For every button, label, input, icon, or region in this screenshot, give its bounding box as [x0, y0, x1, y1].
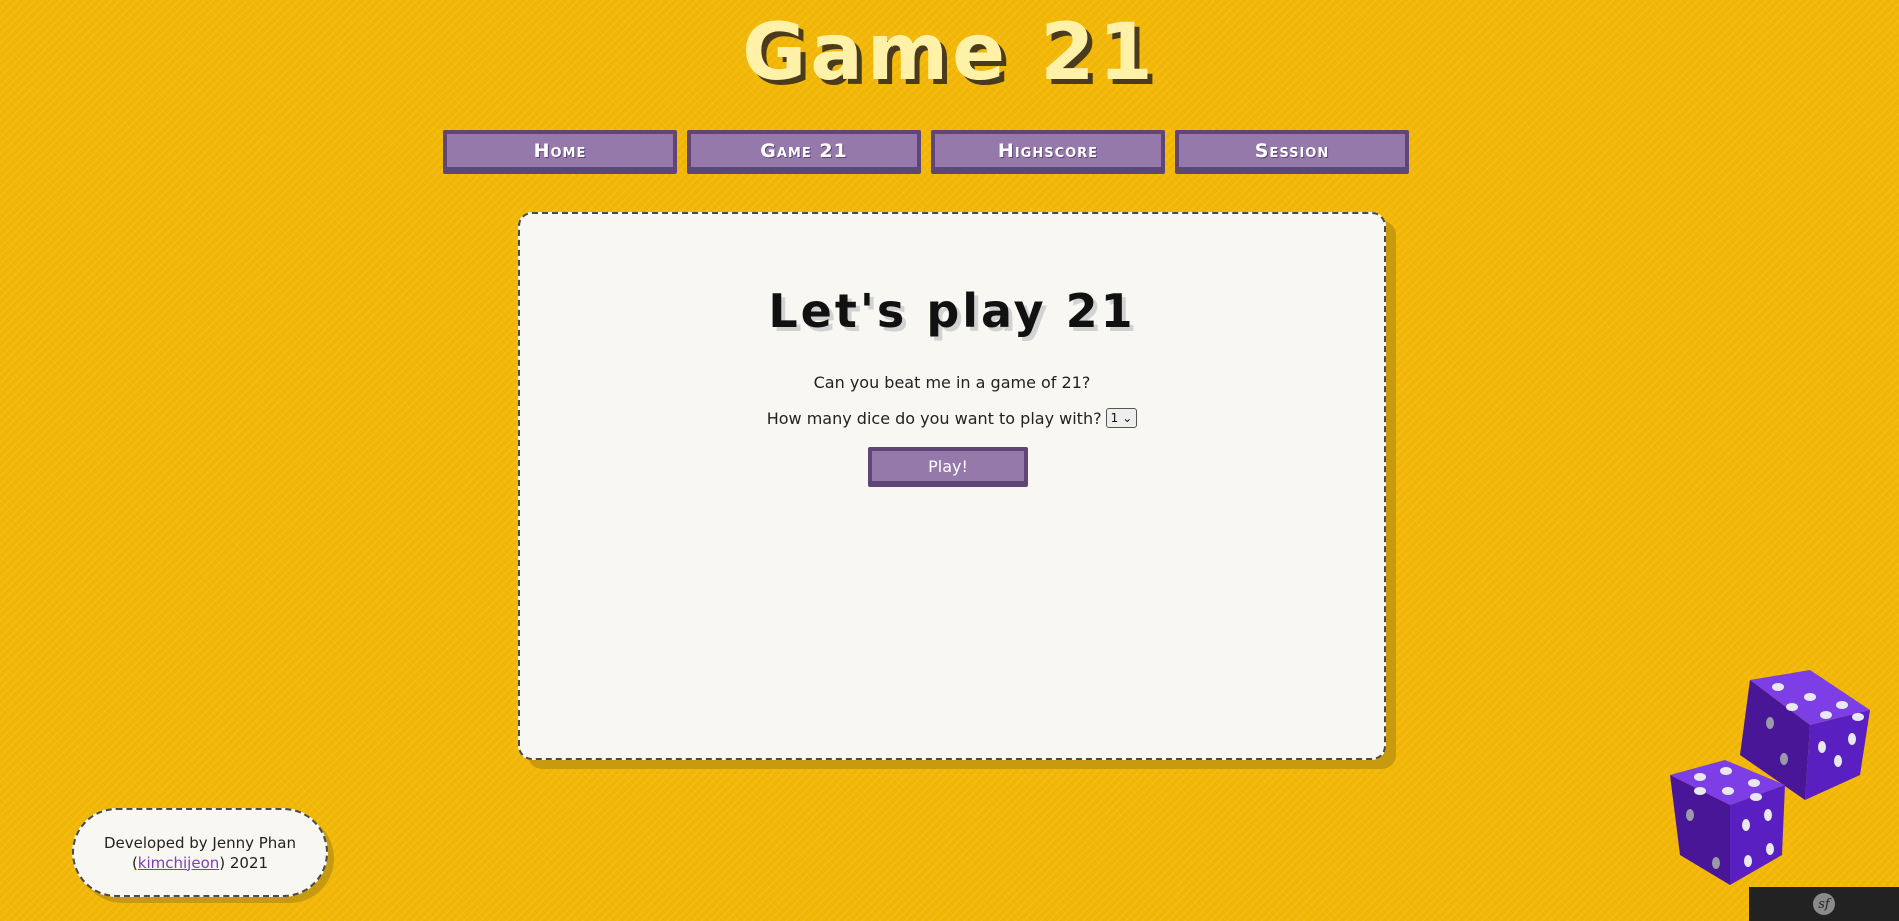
page-heading: Let's play 21	[768, 284, 1136, 338]
site-title: Game 21	[742, 8, 1157, 98]
intro-text: Can you beat me in a game of 21?	[813, 373, 1091, 392]
symfony-icon[interactable]: sf	[1813, 893, 1835, 915]
nav-session[interactable]: Session	[1175, 130, 1409, 174]
chevron-down-icon: ⌄	[1122, 411, 1133, 425]
game-card: Let's play 21 Can you beat me in a game …	[518, 212, 1386, 760]
dice-count-select[interactable]: 1 ⌄	[1105, 408, 1138, 428]
die-front	[1670, 760, 1785, 885]
footer-link[interactable]: kimchijeon	[138, 854, 219, 872]
nav-highscore[interactable]: Highscore	[931, 130, 1165, 174]
nav-game-21[interactable]: Game 21	[687, 130, 921, 174]
dice-count-label: How many dice do you want to play with?	[766, 408, 1102, 428]
footer-close-paren: ) 2021	[219, 853, 269, 872]
dice-icon	[1670, 670, 1870, 885]
footer-handle-line: (kimchijeon) 2021	[132, 853, 268, 873]
dice-count-value: 1	[1110, 411, 1119, 425]
footer-credit: Developed by Jenny Phan (kimchijeon) 202…	[72, 808, 328, 897]
footer-developer: Developed by Jenny Phan	[104, 833, 296, 852]
dice-count-row: How many dice do you want to play with? …	[520, 408, 1384, 428]
main-nav: Home Game 21 Highscore Session	[443, 130, 1409, 174]
play-button[interactable]: Play!	[868, 447, 1028, 487]
nav-home[interactable]: Home	[443, 130, 677, 174]
debug-toolbar: sf	[1749, 887, 1899, 921]
